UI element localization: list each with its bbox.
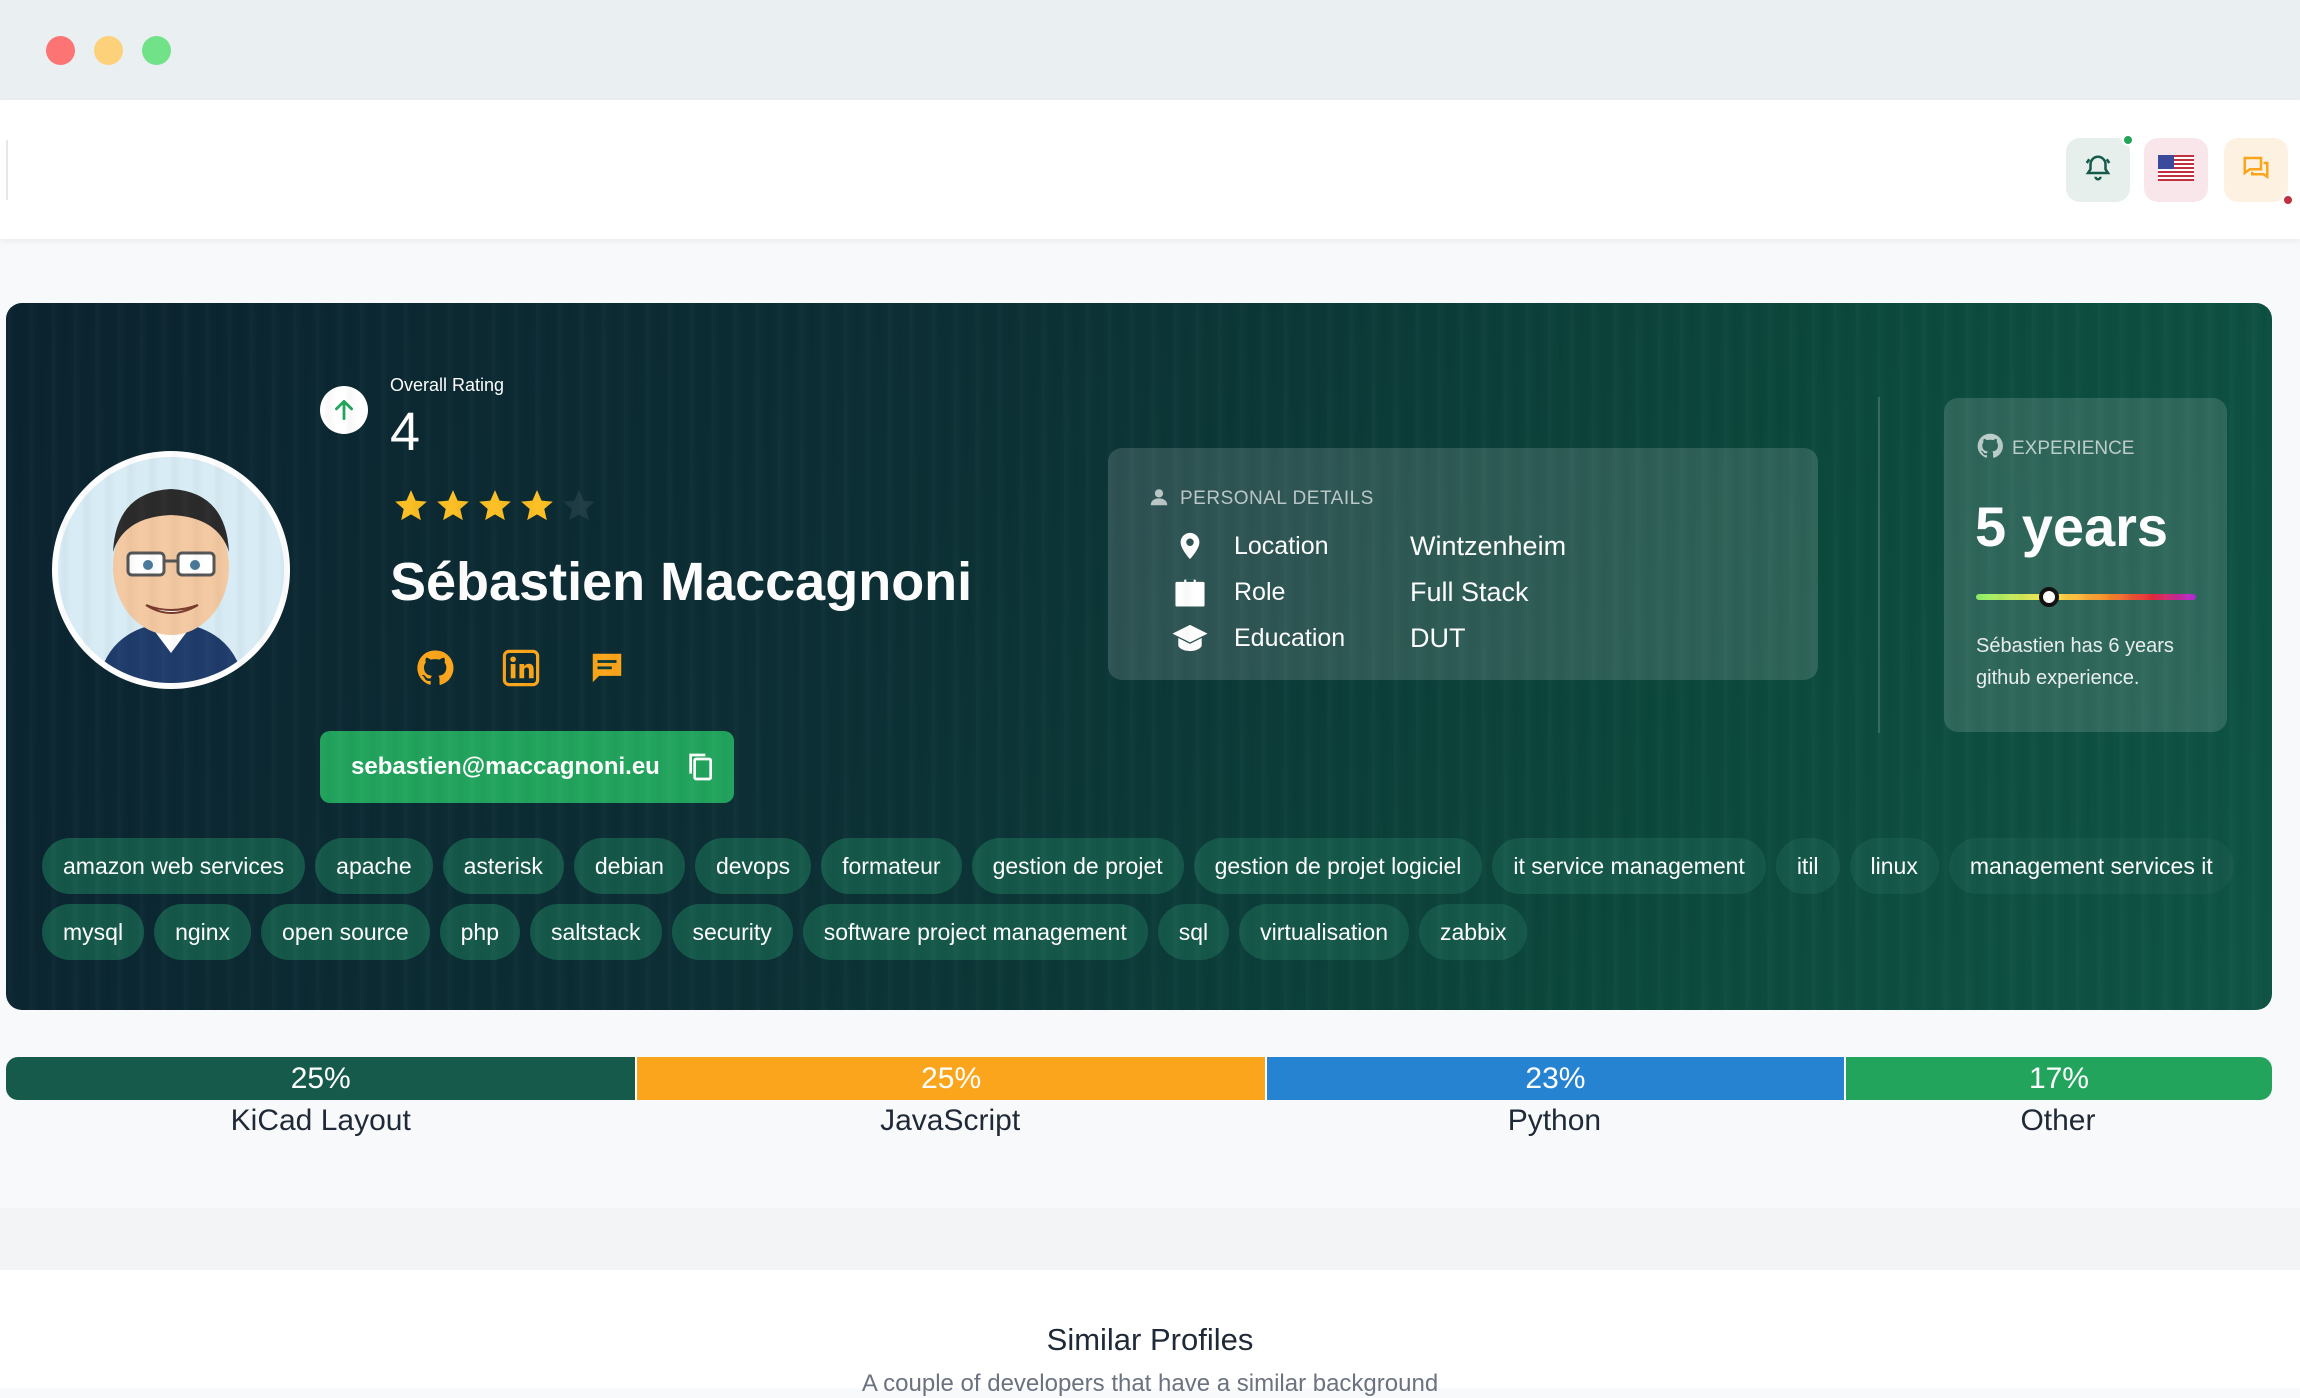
vertical-divider bbox=[1878, 397, 1880, 733]
top-navbar bbox=[0, 100, 2300, 239]
language-percent: 17% bbox=[2028, 1061, 2089, 1095]
experience-title: EXPERIENCE bbox=[1976, 432, 2134, 466]
notification-badge bbox=[2122, 134, 2134, 146]
skill-tag[interactable]: management services it bbox=[1948, 838, 2234, 894]
trend-up-icon bbox=[320, 386, 368, 434]
skill-tags: amazon web services apache asterisk debian d… bbox=[42, 838, 2242, 960]
skill-tag[interactable]: asterisk bbox=[442, 838, 564, 894]
language-name: Other bbox=[2020, 1104, 2096, 1137]
detail-row-role: Role Full Stack bbox=[1170, 572, 1529, 612]
experience-card: EXPERIENCE 5 years Sébastien has 6 years… bbox=[1944, 398, 2227, 732]
skill-tag[interactable]: debian bbox=[573, 838, 685, 894]
language-percent: 25% bbox=[290, 1061, 351, 1095]
skill-tag[interactable]: software project management bbox=[802, 904, 1148, 960]
window-maximize-button[interactable] bbox=[142, 36, 171, 65]
similar-profiles-title: Similar Profiles bbox=[1046, 1322, 1254, 1357]
us-flag-icon bbox=[2158, 155, 2194, 185]
language-segment: 17% bbox=[1843, 1057, 2272, 1100]
star-filled-icon bbox=[434, 487, 472, 525]
skill-tag[interactable]: virtualisation bbox=[1239, 904, 1409, 960]
personal-details-card: PERSONAL DETAILS Location Wintzenheim Ro… bbox=[1108, 448, 1818, 680]
star-filled-icon bbox=[518, 487, 556, 525]
skill-tag[interactable]: saltstack bbox=[530, 904, 662, 960]
language-percent: 23% bbox=[1525, 1061, 1586, 1095]
profile-name: Sébastien Maccagnoni bbox=[390, 552, 973, 612]
experience-value: 5 years bbox=[1975, 495, 2169, 558]
rating-label: Overall Rating bbox=[390, 375, 505, 395]
message-icon[interactable] bbox=[586, 647, 628, 689]
skill-tag[interactable]: nginx bbox=[154, 904, 252, 960]
language-name: KiCad Layout bbox=[230, 1104, 411, 1137]
skill-tag[interactable]: it service management bbox=[1492, 838, 1766, 894]
linkedin-icon[interactable] bbox=[500, 647, 542, 689]
skill-tag[interactable]: sql bbox=[1157, 904, 1230, 960]
graduation-cap-icon bbox=[1170, 620, 1210, 656]
email-text: sebastien@maccagnoni.eu bbox=[351, 753, 660, 780]
window-titlebar bbox=[0, 0, 2300, 100]
copy-email-button[interactable]: sebastien@maccagnoni.eu bbox=[320, 731, 734, 803]
github-icon bbox=[1976, 432, 2004, 466]
profile-hero-card: Overall Rating 4 Sébastien Maccagnoni se… bbox=[6, 303, 2272, 1010]
skill-tag[interactable]: zabbix bbox=[1419, 904, 1528, 960]
detail-row-education: Education DUT bbox=[1170, 618, 1466, 658]
personal-details-title: PERSONAL DETAILS bbox=[1148, 486, 1374, 514]
language-segment: 23% bbox=[1264, 1057, 1844, 1100]
language-name: JavaScript bbox=[880, 1104, 1021, 1137]
bell-icon bbox=[2083, 153, 2113, 187]
similar-profiles-subtitle: A couple of developers that have a simil… bbox=[861, 1370, 1439, 1397]
avatar-illustration bbox=[58, 457, 284, 683]
detail-row-location: Location Wintzenheim bbox=[1170, 526, 1566, 566]
rating-value: 4 bbox=[390, 402, 421, 462]
language-breakdown-bar: 25% 25% 23% 17% bbox=[6, 1057, 2272, 1100]
copy-icon bbox=[684, 751, 716, 783]
window-minimize-button[interactable] bbox=[94, 36, 123, 65]
similar-profiles-section: Similar Profiles A couple of developers … bbox=[0, 1270, 2300, 1397]
briefcase-icon bbox=[1170, 574, 1210, 610]
person-icon bbox=[1148, 486, 1170, 514]
skill-tag[interactable]: linux bbox=[1849, 838, 1939, 894]
skill-tag[interactable]: php bbox=[439, 904, 521, 960]
star-empty-icon bbox=[560, 487, 598, 525]
language-labels: KiCad Layout JavaScript Python Other bbox=[6, 1100, 2272, 1144]
experience-description: Sébastien has 6 years github experience. bbox=[1976, 635, 2174, 689]
section-separator bbox=[0, 1208, 2300, 1270]
chat-icon bbox=[2241, 153, 2271, 187]
skill-tag[interactable]: apache bbox=[315, 838, 433, 894]
language-segment: 25% bbox=[6, 1057, 636, 1100]
experience-level-knob bbox=[2038, 587, 2059, 607]
skill-tag[interactable]: formateur bbox=[821, 838, 962, 894]
notifications-button[interactable] bbox=[2066, 134, 2134, 202]
github-icon[interactable] bbox=[414, 647, 456, 689]
language-name: Python bbox=[1507, 1104, 1602, 1137]
skill-tag[interactable]: open source bbox=[261, 904, 430, 960]
messages-button[interactable] bbox=[2224, 138, 2294, 206]
language-segment: 25% bbox=[635, 1057, 1265, 1100]
skill-tag[interactable]: devops bbox=[694, 838, 812, 894]
rating-stars bbox=[392, 487, 598, 525]
skill-tag[interactable]: gestion de projet logiciel bbox=[1193, 838, 1483, 894]
social-links bbox=[414, 647, 628, 689]
language-button[interactable] bbox=[2144, 138, 2208, 202]
experience-level-bar bbox=[1976, 587, 2196, 607]
window-close-button[interactable] bbox=[46, 36, 75, 65]
avatar bbox=[52, 451, 290, 689]
language-percent: 25% bbox=[921, 1061, 982, 1095]
skill-tag[interactable]: mysql bbox=[42, 904, 145, 960]
navbar-divider bbox=[6, 140, 8, 200]
skill-tag[interactable]: gestion de projet bbox=[971, 838, 1184, 894]
messages-badge bbox=[2282, 194, 2294, 206]
skill-tag[interactable]: amazon web services bbox=[42, 838, 306, 894]
location-pin-icon bbox=[1170, 528, 1210, 564]
star-filled-icon bbox=[476, 487, 514, 525]
star-filled-icon bbox=[392, 487, 430, 525]
skill-tag[interactable]: security bbox=[671, 904, 793, 960]
skill-tag[interactable]: itil bbox=[1775, 838, 1840, 894]
